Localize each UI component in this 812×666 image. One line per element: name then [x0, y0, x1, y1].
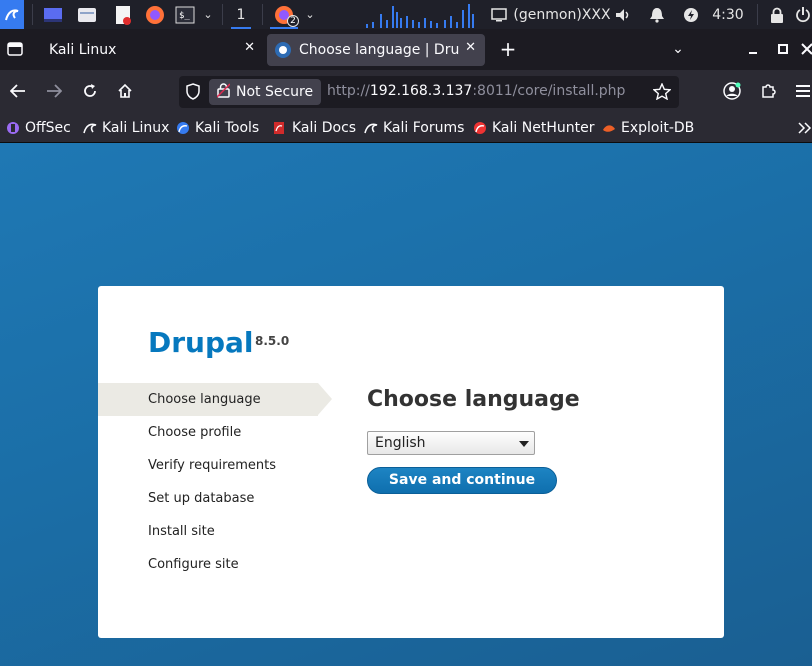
home-icon[interactable]: [110, 76, 140, 106]
forward-arrow-icon[interactable]: [39, 76, 69, 106]
url-scheme: http://: [327, 83, 370, 99]
save-and-continue-button[interactable]: Save and continue: [367, 467, 557, 494]
insecure-lock-icon: [216, 82, 231, 102]
clock[interactable]: 4:30: [708, 0, 748, 29]
app-menu-icon[interactable]: [788, 76, 812, 106]
bookmark-label: Kali Tools: [195, 120, 260, 136]
bookmark-kali-docs[interactable]: Kali Docs: [273, 118, 356, 138]
not-secure-label: Not Secure: [236, 84, 314, 100]
power-manager-icon[interactable]: [680, 0, 702, 29]
terminal-icon[interactable]: $_: [172, 0, 198, 29]
firefox-view-icon[interactable]: [0, 34, 30, 64]
exploit-db-icon: [602, 121, 616, 135]
kali-dragon-icon: [364, 121, 378, 135]
monitor-icon[interactable]: [490, 0, 508, 29]
site-version: 8.5.0: [255, 334, 290, 348]
bookmark-label: OffSec: [25, 120, 71, 136]
bookmark-label: Kali Linux: [102, 120, 170, 136]
separator: [262, 4, 263, 25]
bookmark-kali-forums[interactable]: Kali Forums: [364, 118, 464, 138]
kali-menu-icon[interactable]: [0, 0, 24, 29]
back-arrow-icon[interactable]: [3, 76, 33, 106]
bookmark-kali-nethunter[interactable]: Kali NetHunter: [473, 118, 594, 138]
step-set-up-database: Set up database: [148, 491, 255, 506]
separator: [757, 4, 758, 25]
kali-tools-icon: [176, 121, 190, 135]
offsec-icon: [6, 121, 20, 135]
window-count-badge: 2: [287, 15, 299, 27]
firefox-icon[interactable]: [142, 0, 168, 29]
language-select-value: English: [375, 435, 426, 451]
workspace-switcher[interactable]: 1: [227, 0, 255, 29]
tab-kali-linux[interactable]: Kali Linux ✕: [38, 34, 264, 66]
url-bar[interactable]: Not Secure http://192.168.3.137:8011/cor…: [179, 76, 679, 108]
language-select[interactable]: English: [367, 431, 535, 455]
svg-text:$_: $_: [179, 11, 190, 21]
kali-docs-icon: [273, 121, 287, 135]
bookmarks-toolbar: OffSec Kali Linux Kali Tools Kali Docs K…: [0, 112, 812, 143]
separator: [222, 4, 223, 25]
step-configure-site: Configure site: [148, 557, 239, 572]
extensions-icon[interactable]: [753, 76, 783, 106]
taskbar: $_ ⌄ 1 2 ⌄ (genmon)XXX 4:30: [0, 0, 812, 29]
close-tab-icon[interactable]: ✕: [465, 40, 476, 55]
install-steps-list: Choose language Choose profile Verify re…: [98, 383, 332, 581]
close-window-button[interactable]: [792, 34, 812, 64]
separator: [32, 4, 33, 25]
volume-icon[interactable]: [612, 0, 634, 29]
more-bookmarks-chevron-icon[interactable]: [798, 118, 812, 138]
chevron-down-icon[interactable]: ⌄: [302, 0, 318, 29]
text-editor-icon[interactable]: [110, 0, 136, 29]
bookmark-star-icon[interactable]: [652, 82, 672, 104]
step-choose-profile: Choose profile: [148, 425, 242, 440]
tab-title: Kali Linux: [49, 42, 117, 58]
step-install-site: Install site: [148, 524, 215, 539]
bookmark-label: Kali NetHunter: [492, 120, 595, 136]
bookmark-offsec[interactable]: OffSec: [6, 118, 71, 138]
notification-bell-icon[interactable]: [646, 0, 668, 29]
url-host: 192.168.3.137: [369, 83, 473, 99]
minimize-window-button[interactable]: [738, 34, 768, 64]
step-choose-language: Choose language: [98, 383, 332, 416]
list-all-tabs-icon[interactable]: ⌄: [663, 34, 693, 64]
chevron-down-icon[interactable]: ⌄: [200, 0, 216, 29]
installer-panel: Drupal 8.5.0 Choose language Choose prof…: [98, 286, 724, 638]
account-icon[interactable]: [717, 76, 747, 106]
nethunter-icon: [473, 121, 487, 135]
new-tab-button[interactable]: +: [493, 34, 523, 64]
lock-screen-icon[interactable]: [766, 0, 788, 29]
drupal-favicon-icon: [275, 42, 291, 58]
bookmark-label: Kali Forums: [383, 120, 465, 136]
step-verify-requirements: Verify requirements: [148, 458, 277, 473]
firefox-window-button[interactable]: 2: [268, 0, 300, 29]
bookmark-kali-linux[interactable]: Kali Linux: [83, 118, 169, 138]
tab-title: Choose language | Drupal: [299, 42, 459, 58]
navigation-toolbar: Not Secure http://192.168.3.137:8011/cor…: [0, 70, 812, 112]
genmon-label: (genmon)XXX: [513, 6, 611, 23]
site-name: Drupal: [148, 326, 254, 359]
tab-choose-language-drupal[interactable]: Choose language | Drupal ✕: [267, 34, 485, 66]
dropdown-caret-icon: [519, 441, 529, 447]
bookmark-exploit-db[interactable]: Exploit-DB: [602, 118, 694, 138]
tracking-protection-shield-icon[interactable]: [185, 83, 201, 105]
show-desktop-icon[interactable]: [40, 0, 66, 29]
page-title: Choose language: [367, 387, 580, 412]
cpu-graph: [366, 0, 478, 29]
logout-icon[interactable]: [794, 0, 812, 29]
url-text[interactable]: http://192.168.3.137:8011/core/install.p…: [327, 83, 625, 99]
bookmark-label: Kali Docs: [292, 120, 357, 136]
reload-icon[interactable]: [75, 76, 105, 106]
bookmark-label: Exploit-DB: [621, 120, 695, 136]
file-manager-icon[interactable]: [74, 0, 100, 29]
site-security-button[interactable]: Not Secure: [209, 79, 322, 105]
close-tab-icon[interactable]: ✕: [244, 40, 255, 55]
tab-strip: Kali Linux ✕ Choose language | Drupal ✕ …: [0, 29, 812, 70]
bookmark-kali-tools[interactable]: Kali Tools: [176, 118, 259, 138]
url-path: :8011/core/install.php: [472, 83, 626, 99]
kali-dragon-icon: [83, 121, 97, 135]
page-content: Drupal 8.5.0 Choose language Choose prof…: [0, 143, 812, 666]
